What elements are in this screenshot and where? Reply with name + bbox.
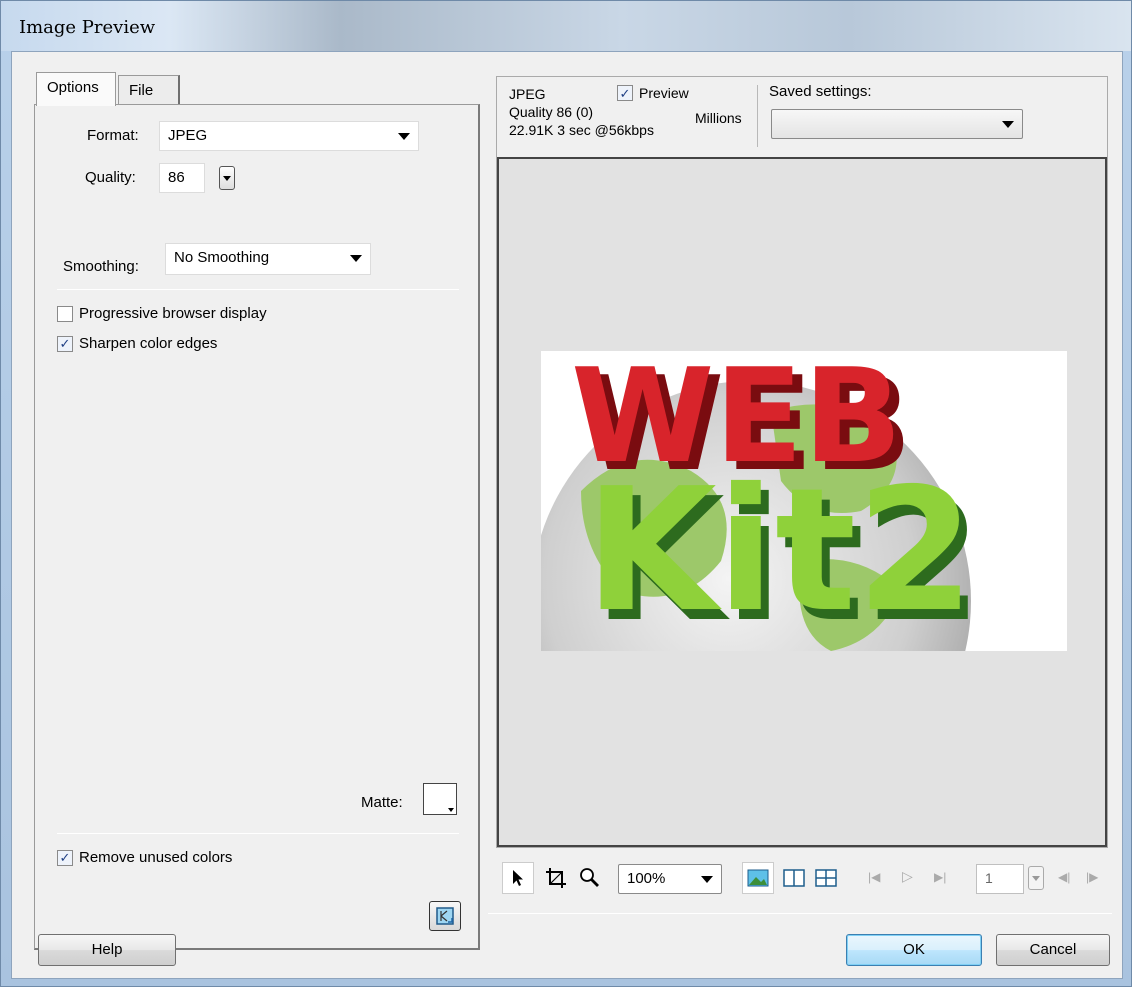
preview-pane: JPEG Quality 86 (0) 22.91K 3 sec @56kbps…	[496, 76, 1108, 848]
original-view-button[interactable]	[742, 862, 774, 894]
remove-unused-label: Remove unused colors	[79, 849, 233, 866]
progressive-checkbox-row[interactable]: Progressive browser display	[57, 305, 267, 322]
quality-slider-button[interactable]	[219, 166, 235, 190]
kit2-text: Kit2	[585, 452, 975, 650]
preview-checkbox[interactable]: ✓	[617, 85, 633, 101]
chevron-down-icon	[448, 808, 454, 812]
smoothing-value: No Smoothing	[174, 249, 270, 266]
format-value: JPEG	[168, 127, 208, 144]
preview-toolbar: 100% |◀ ▷ ▶| 1 ◀| |▶	[496, 854, 1108, 898]
divider	[57, 289, 459, 290]
matte-color-swatch[interactable]	[423, 783, 457, 815]
progressive-checkbox[interactable]	[57, 305, 73, 322]
progressive-label: Progressive browser display	[79, 305, 267, 322]
two-up-view-button[interactable]	[778, 862, 810, 894]
saved-settings-dropdown[interactable]	[771, 109, 1023, 139]
remove-unused-checkbox[interactable]: ✓	[57, 849, 73, 866]
quality-input[interactable]: 86	[159, 163, 205, 193]
frame-dropdown-button[interactable]	[1028, 866, 1044, 890]
chevron-down-icon	[701, 876, 713, 883]
sharpen-checkbox[interactable]: ✓	[57, 335, 73, 352]
crop-icon	[546, 868, 566, 888]
image-preview-window: Image Preview Options File Format: JPEG …	[0, 0, 1132, 987]
pointer-tool-button[interactable]	[502, 862, 534, 894]
four-up-view-icon	[815, 869, 837, 887]
preview-quality: Quality 86 (0)	[509, 104, 594, 120]
optimize-to-size-button[interactable]	[429, 901, 461, 931]
previous-frame-icon[interactable]: ◀|	[1058, 870, 1070, 884]
saved-settings-label: Saved settings:	[769, 83, 872, 100]
divider	[757, 85, 758, 147]
chevron-down-icon	[1002, 121, 1014, 128]
options-panel: Format: JPEG Quality: 86 Smoothing: No S…	[34, 104, 480, 950]
preview-image: WEB WEB Kit2 Kit2	[541, 351, 1067, 651]
quality-label: Quality:	[85, 169, 136, 186]
preview-colors: Millions	[695, 110, 742, 126]
four-up-view-button[interactable]	[810, 862, 842, 894]
format-dropdown[interactable]: JPEG	[159, 121, 419, 151]
preview-size-speed: 22.91K 3 sec @56kbps	[509, 122, 654, 138]
divider	[488, 913, 1112, 914]
zoom-dropdown[interactable]: 100%	[618, 864, 722, 894]
divider	[57, 833, 459, 834]
webkit2-logo: WEB WEB Kit2 Kit2	[541, 351, 983, 651]
chevron-down-icon	[398, 133, 410, 140]
format-label: Format:	[87, 127, 139, 144]
window-title: Image Preview	[19, 17, 156, 38]
sharpen-checkbox-row[interactable]: ✓ Sharpen color edges	[57, 335, 217, 352]
optimize-icon	[436, 907, 454, 925]
pointer-icon	[513, 870, 523, 886]
preview-format: JPEG	[509, 86, 546, 102]
tab-file[interactable]: File	[118, 75, 180, 105]
zoom-tool-button[interactable]	[574, 862, 606, 894]
preview-canvas[interactable]: WEB WEB Kit2 Kit2	[497, 157, 1107, 847]
cancel-button[interactable]: Cancel	[996, 934, 1110, 966]
sharpen-label: Sharpen color edges	[79, 335, 218, 352]
preview-checkbox-row[interactable]: ✓ Preview	[617, 85, 689, 101]
matte-label: Matte:	[361, 794, 403, 811]
zoom-icon	[580, 868, 599, 887]
two-up-view-icon	[783, 869, 805, 887]
last-frame-icon[interactable]: ▶|	[934, 870, 946, 884]
chevron-down-icon	[223, 176, 231, 181]
smoothing-label: Smoothing:	[63, 258, 139, 275]
ok-button[interactable]: OK	[846, 934, 982, 966]
zoom-value: 100%	[627, 870, 666, 887]
first-frame-icon[interactable]: |◀	[868, 870, 880, 884]
smoothing-dropdown[interactable]: No Smoothing	[165, 243, 371, 275]
tab-options[interactable]: Options	[36, 72, 116, 106]
help-button[interactable]: Help	[38, 934, 176, 966]
title-bar[interactable]: Image Preview	[1, 1, 1131, 51]
single-view-icon	[747, 869, 769, 887]
crop-tool-button[interactable]	[540, 862, 572, 894]
preview-label: Preview	[639, 85, 689, 101]
dialog-client: Options File Format: JPEG Quality: 86 Sm…	[11, 51, 1123, 979]
chevron-down-icon	[350, 255, 362, 262]
chevron-down-icon	[1032, 876, 1040, 881]
remove-unused-checkbox-row[interactable]: ✓ Remove unused colors	[57, 849, 232, 866]
play-icon[interactable]: ▷	[902, 868, 913, 885]
frame-number-input[interactable]: 1	[976, 864, 1024, 894]
next-frame-icon[interactable]: |▶	[1086, 870, 1098, 884]
